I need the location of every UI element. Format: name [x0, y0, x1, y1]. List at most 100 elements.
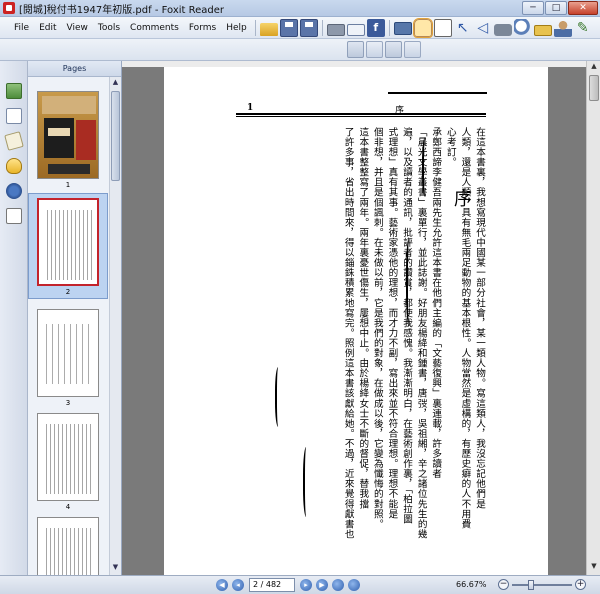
- text-column: 心考訂。: [444, 127, 456, 168]
- thumbnail-text-lines: [47, 210, 93, 280]
- thumbnail-text-lines: [46, 528, 92, 575]
- pdf-page[interactable]: 1 序 序 在這本書裏，我想寫現代中國某一部分社會，某一類人物。寫這類人，我沒忘…: [164, 67, 548, 575]
- scrollbar-thumb[interactable]: [589, 75, 599, 101]
- toolbar-separator: [388, 19, 390, 36]
- thumbnail-text-lines: [46, 424, 92, 494]
- zoom-level[interactable]: 66.67%: [456, 580, 487, 589]
- header-rule: [236, 113, 486, 115]
- previous-view-icon[interactable]: [332, 579, 344, 591]
- menu-help[interactable]: Help: [221, 23, 252, 33]
- menu-comments[interactable]: Comments: [125, 23, 184, 33]
- select-tool-icon[interactable]: ↖: [454, 19, 472, 37]
- page-thumbnail-cover[interactable]: [37, 91, 99, 179]
- thumbnail-number: 3: [65, 399, 71, 407]
- hand-tool-icon[interactable]: [412, 17, 433, 38]
- snapshot-icon[interactable]: [493, 23, 512, 36]
- thumbnail-item[interactable]: 4: [28, 413, 108, 511]
- save-all-icon[interactable]: [299, 18, 318, 37]
- back-arrow-icon[interactable]: ◁: [474, 19, 492, 37]
- cover-title-band: [42, 96, 96, 114]
- open-folder-icon[interactable]: [259, 22, 278, 36]
- handwritten-mark: [275, 367, 283, 427]
- zoom-slider-track[interactable]: [512, 584, 572, 586]
- user-icon[interactable]: [553, 18, 572, 37]
- thumbnail-item[interactable]: [28, 517, 108, 575]
- comments-icon[interactable]: [5, 158, 22, 174]
- menu-tools[interactable]: Tools: [93, 23, 125, 33]
- scroll-down-icon[interactable]: ▼: [588, 562, 600, 574]
- scroll-up-icon[interactable]: ▲: [588, 62, 600, 74]
- zoom-slider-handle[interactable]: [528, 580, 534, 590]
- rotate-left-icon[interactable]: [347, 41, 364, 58]
- thumbnail-list[interactable]: 1 2 3 4: [28, 77, 108, 575]
- text-column: 個非想，并且是個諷刺。在未做以前，它是我們的對象，在做成以後，它變為懺悔的對照。: [371, 127, 383, 529]
- attachments-icon[interactable]: [5, 183, 22, 199]
- text-column: 式理想」真有其事。藝術家憑他的理想，而才力不副，寫出來並不符合理想。理想不能是: [386, 127, 398, 519]
- page-thumbnail[interactable]: [37, 517, 99, 575]
- window-title: [閱城]稅付书1947年初版.pdf - Foxit Reader: [19, 4, 225, 16]
- secondary-toolbar: [0, 39, 600, 61]
- menu-forms[interactable]: Forms: [184, 23, 221, 33]
- text-column: 了許多事，省出時間來，得以錙銖積累地寫完。照例這本書該獻給她。不過，近來覺得獻書…: [342, 127, 354, 540]
- facebook-icon[interactable]: f: [366, 18, 385, 37]
- thumbnail-item[interactable]: 3: [28, 309, 108, 407]
- thumbnail-item[interactable]: 1: [28, 91, 108, 189]
- fit-page-icon[interactable]: [385, 41, 402, 58]
- previous-page-icon[interactable]: ◂: [232, 579, 244, 591]
- signatures-icon[interactable]: [5, 208, 22, 224]
- text-column: 遍，以及讀者的通訊，批評者的讚賞，都使我感愧。我漸漸明白，在藝術創作裏，「柏拉圖: [401, 127, 413, 525]
- menu-file[interactable]: File: [0, 23, 34, 33]
- menu-view[interactable]: View: [62, 23, 93, 33]
- thumbnail-number: 1: [65, 181, 71, 189]
- preface-body: 在這本書裏，我想寫現代中國某一部分社會，某一類人物。寫這類人，我沒忘記他們是 人…: [212, 127, 486, 547]
- next-view-icon[interactable]: [348, 579, 360, 591]
- page-thumbnail[interactable]: [37, 413, 99, 501]
- scroll-up-icon[interactable]: ▲: [110, 78, 121, 89]
- thumbnail-text-lines: [46, 324, 92, 384]
- toolbar-separator: [254, 19, 256, 36]
- lock-icon[interactable]: [533, 25, 552, 36]
- pen-icon[interactable]: ✎: [574, 19, 592, 37]
- zoom-out-button[interactable]: −: [498, 579, 509, 590]
- document-view[interactable]: 1 序 序 在這本書裏，我想寫現代中國某一部分社會，某一類人物。寫這類人，我沒忘…: [122, 61, 600, 575]
- email-icon[interactable]: [346, 23, 365, 36]
- print-icon[interactable]: [326, 23, 345, 36]
- page-thumbnail[interactable]: [37, 309, 99, 397]
- rotate-right-icon[interactable]: [366, 41, 383, 58]
- menu-edit[interactable]: Edit: [34, 23, 61, 33]
- first-page-icon[interactable]: ◀: [216, 579, 228, 591]
- thumbnail-item-selected[interactable]: 2: [28, 193, 108, 299]
- fullscreen-icon[interactable]: [393, 22, 412, 35]
- navigation-strip: [0, 61, 28, 575]
- text-column: 這本書整整寫了兩年。兩年裏憂世傷生，屢想中止。由於楊絳女士不斷的督促，替我擋: [357, 127, 369, 509]
- bookmarks-icon[interactable]: [5, 83, 22, 99]
- toolbar-separator: [321, 19, 323, 36]
- page-top-rule: [388, 92, 487, 94]
- maximize-button[interactable]: □: [545, 1, 567, 15]
- save-icon[interactable]: [279, 18, 298, 37]
- scrollbar-thumb[interactable]: [111, 91, 120, 181]
- select-text-icon[interactable]: [433, 18, 452, 37]
- cover-bottom-band: [48, 164, 90, 174]
- zoom-icon[interactable]: [513, 18, 532, 37]
- zoom-in-button[interactable]: +: [575, 579, 586, 590]
- scroll-down-icon[interactable]: ▼: [110, 563, 121, 574]
- close-button[interactable]: ✕: [568, 1, 598, 15]
- pages-panel-icon[interactable]: [5, 108, 22, 124]
- pages-panel-title: Pages: [28, 61, 121, 77]
- layers-icon[interactable]: [3, 131, 24, 151]
- header-rule-thin: [236, 116, 486, 117]
- page-thumbnail[interactable]: [37, 198, 99, 286]
- document-scrollbar[interactable]: ▲ ▼: [586, 61, 600, 575]
- window-controls: ─ □ ✕: [522, 1, 598, 15]
- title-bar: [閱城]稅付书1947年初版.pdf - Foxit Reader ─ □ ✕: [0, 0, 600, 17]
- text-column: 承鄭西諦李健吾兩先生允許這本書在他們主編的「文藝復興」裏連載，許多讀者: [430, 127, 442, 479]
- handwritten-mark: [303, 447, 311, 517]
- last-page-icon[interactable]: ▶: [316, 579, 328, 591]
- minimize-button[interactable]: ─: [522, 1, 544, 15]
- status-bar: ◀ ◂ 2 / 482 ▸ ▶ 66.67% − +: [0, 575, 600, 594]
- next-page-icon[interactable]: ▸: [300, 579, 312, 591]
- thumbnail-scrollbar[interactable]: ▲ ▼: [109, 77, 121, 575]
- fit-width-icon[interactable]: [404, 41, 421, 58]
- page-number-input[interactable]: 2 / 482: [249, 578, 295, 592]
